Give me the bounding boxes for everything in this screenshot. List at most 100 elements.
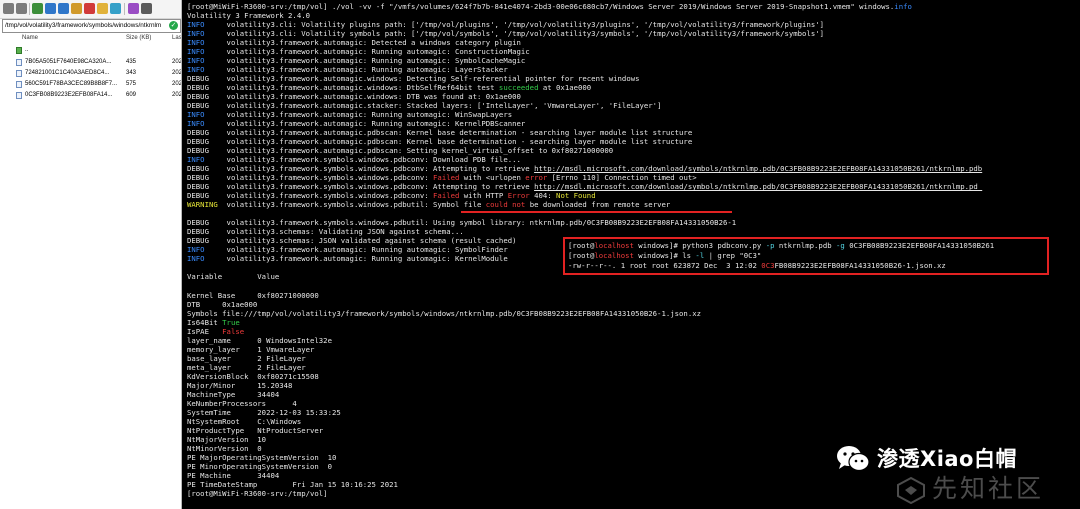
- up-folder-icon[interactable]: [32, 3, 43, 14]
- terminal-text: NtProductType NtProductServer: [187, 425, 324, 435]
- terminal-text: volatility3.framework.symbols.windows.pd…: [222, 155, 521, 165]
- file-size: 609: [126, 92, 137, 98]
- terminal-text: DEBUG: [187, 146, 223, 156]
- terminal-text: volatility3.framework.automagic: Running…: [222, 65, 508, 75]
- file-name: 0C3FB08B9223E2EFB08FA14...: [25, 92, 113, 98]
- terminal-text: error: [525, 173, 548, 183]
- terminal-line: SystemTime 2022-12-03 15:33:25: [187, 408, 1077, 417]
- terminal-text: INFO: [187, 29, 223, 39]
- site-watermark-text: 先知社区: [932, 474, 1045, 503]
- terminal-text: DEBUG: [187, 182, 223, 192]
- terminal-text: INFO: [187, 119, 223, 129]
- terminal-line: DEBUG volatility3.framework.symbols.wind…: [187, 164, 1077, 173]
- terminal-text: volatility3.framework.automagic: Running…: [222, 110, 513, 120]
- terminal-line: IsPAE False: [187, 327, 1077, 336]
- download-icon[interactable]: [45, 3, 56, 14]
- terminal-line: KdVersionBlock 0xf80271c15508: [187, 372, 1077, 381]
- terminal-text: volatility3.framework.automagic: Running…: [222, 245, 508, 255]
- terminal-line: KeNumberProcessors 4: [187, 399, 1077, 408]
- terminal-text: INFO: [187, 65, 223, 75]
- terminal-text: volatility3.framework.automagic.pdbscan:…: [222, 146, 614, 156]
- terminal-text: -l: [695, 251, 705, 260]
- terminal-text: volatility3.framework.automagic.windows:…: [222, 74, 640, 84]
- go-icon[interactable]: ✓: [169, 21, 178, 30]
- terminal-text: 0C3FB08B9223E2EFB08FA14331050B261: [844, 241, 995, 250]
- column-name[interactable]: Name: [22, 35, 38, 41]
- warning-underline: [461, 211, 732, 213]
- highlight-box: [root@localhost windows]# python3 pdbcon…: [563, 237, 1049, 275]
- terminal-line: DEBUG volatility3.framework.symbols.wind…: [187, 173, 1077, 182]
- properties-icon[interactable]: [128, 3, 139, 14]
- terminal-line: DTB 0x1ae000: [187, 300, 1077, 309]
- highlight-line: [root@localhost windows]# ls -l | grep "…: [568, 251, 761, 260]
- terminal-text: PE TimeDateStamp Fri Jan 15 10:16:25 202…: [187, 479, 398, 489]
- terminal-text: could not: [485, 200, 526, 210]
- toolbar-divider: [29, 3, 30, 15]
- column-last[interactable]: Las: [172, 35, 181, 41]
- file-row[interactable]: 560C591F78BA3CEC89B8B8F7... 575 202: [0, 79, 181, 89]
- edit-icon[interactable]: [71, 3, 82, 14]
- wechat-icon: [837, 446, 870, 472]
- filter-icon[interactable]: [141, 3, 152, 14]
- terminal-text: INFO: [187, 47, 223, 57]
- file-name: 7B05A5051F7640E98CA320A...: [25, 59, 112, 65]
- column-size[interactable]: Size (KB): [126, 35, 151, 41]
- terminal-text: KeNumberProcessors 4: [187, 398, 297, 408]
- file-name: 560C591F78BA3CEC89B8B8F7...: [25, 81, 118, 87]
- terminal-text: WARNING: [187, 200, 223, 210]
- terminal-text: | grep "0C3": [704, 251, 762, 260]
- terminal-text: INFO: [187, 155, 223, 165]
- terminal-text: DEBUG: [187, 128, 223, 138]
- terminal-text: DTB 0x1ae000: [187, 299, 258, 309]
- terminal-window[interactable]: [root@MiWiFi-R3600-srv:/tmp/vol] ./vol -…: [182, 0, 1080, 509]
- file-icon: [16, 81, 22, 88]
- new-folder-icon[interactable]: [97, 3, 108, 14]
- terminal-line: Symbols file:///tmp/vol/volatility3/fram…: [187, 309, 1077, 318]
- terminal-line: INFO volatility3.framework.automagic: Ru…: [187, 56, 1077, 65]
- refresh-icon[interactable]: [110, 3, 121, 14]
- delete-icon[interactable]: [84, 3, 95, 14]
- file-row[interactable]: 724821001C1C40A3AED8C4... 343 202: [0, 68, 181, 78]
- file-date: 202: [172, 70, 182, 76]
- terminal-text: PE MinorOperatingSystemVersion 0: [187, 461, 332, 471]
- forward-icon[interactable]: [16, 3, 27, 14]
- terminal-text: True: [222, 317, 240, 327]
- terminal-text: volatility3.framework.automagic.windows:…: [222, 83, 499, 93]
- terminal-line: INFO volatility3.framework.automagic: Ru…: [187, 110, 1077, 119]
- terminal-text: Failed: [433, 191, 460, 201]
- terminal-text: DEBUG: [187, 236, 223, 246]
- file-row-parent[interactable]: ..: [0, 45, 181, 55]
- file-size: 435: [126, 59, 137, 65]
- file-row[interactable]: 7B05A5051F7640E98CA320A... 435 202: [0, 57, 181, 67]
- file-name: 724821001C1C40A3AED8C4...: [25, 70, 110, 76]
- file-row[interactable]: 0C3FB08B9223E2EFB08FA14... 609 202: [0, 90, 181, 100]
- terminal-line: DEBUG volatility3.framework.automagic.pd…: [187, 128, 1077, 137]
- terminal-text: [root@: [568, 241, 595, 250]
- terminal-text: http://msdl.microsoft.com/download/symbo…: [534, 182, 983, 192]
- terminal-text: with <urlopen: [459, 173, 526, 183]
- upload-icon[interactable]: [58, 3, 69, 14]
- terminal-text: windows]# python3 pdbconv.py: [633, 241, 766, 250]
- terminal-text: info: [894, 2, 912, 11]
- file-date: 202: [172, 92, 182, 98]
- terminal-text: windows]# ls: [633, 251, 696, 260]
- terminal-text: volatility3.framework.symbols.windows.pd…: [222, 164, 535, 174]
- terminal-line: DEBUG volatility3.framework.automagic.st…: [187, 101, 1077, 110]
- back-icon[interactable]: [3, 3, 14, 14]
- terminal-line: Kernel Base 0xf80271000000: [187, 291, 1077, 300]
- terminal-line: DEBUG volatility3.framework.automagic.pd…: [187, 137, 1077, 146]
- terminal-text: volatility3.framework.automagic: Running…: [222, 119, 526, 129]
- terminal-text: Failed: [433, 173, 460, 183]
- terminal-text: INFO: [187, 110, 223, 120]
- terminal-line: [root@MiWiFi-R3600-srv:/tmp/vol] ./vol -…: [187, 2, 1077, 11]
- terminal-text: DEBUG: [187, 227, 223, 237]
- path-input[interactable]: /tmp/vol/volatility3/framework/symbols/w…: [2, 19, 181, 33]
- terminal-text: base_layer 2 FileLayer: [187, 353, 306, 363]
- terminal-text: volatility3.framework.symbols.windows.pd…: [222, 182, 535, 192]
- parent-folder-icon: [16, 47, 22, 54]
- terminal-text: -g: [836, 241, 845, 250]
- terminal-text: volatility3.cli: Volatility symbols path…: [222, 29, 825, 39]
- highlight-line: -rw-r--r--. 1 root root 623872 Dec 3 12:…: [568, 261, 946, 270]
- terminal-line: Is64Bit True: [187, 318, 1077, 327]
